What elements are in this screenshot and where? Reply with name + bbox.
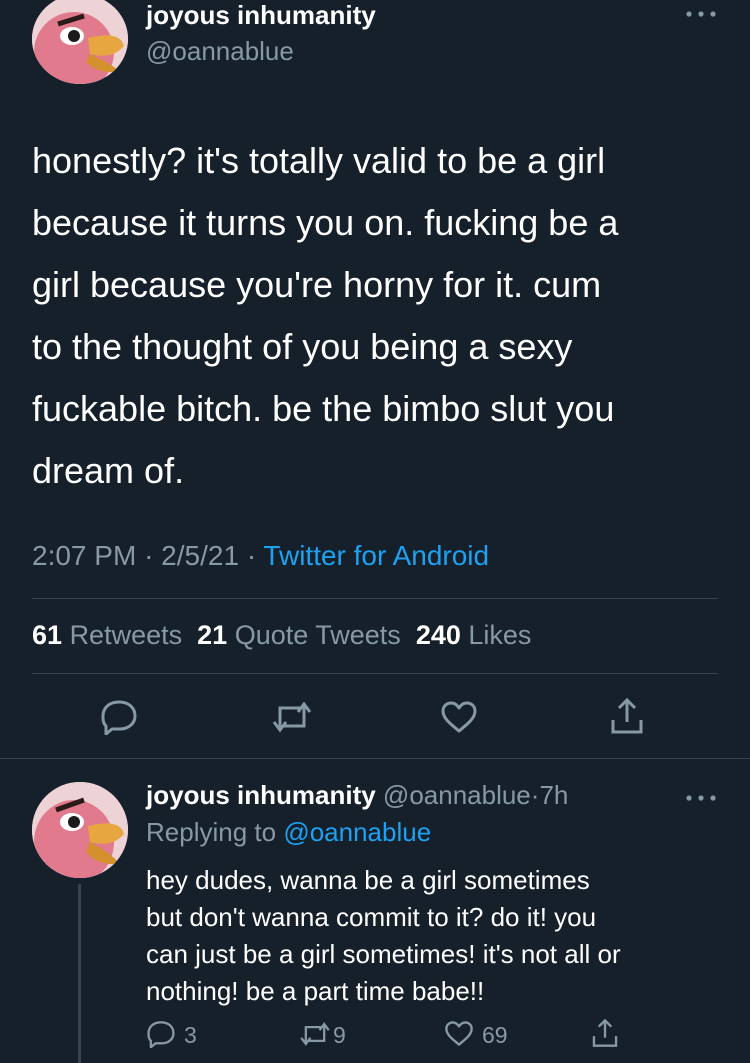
- like-icon[interactable]: [444, 1020, 474, 1047]
- divider: [32, 673, 718, 674]
- tweet-text: honestly? it's totally valid to be a gir…: [32, 130, 732, 502]
- retweet-icon[interactable]: [270, 700, 314, 734]
- likes-label: Likes: [468, 620, 532, 650]
- tweet-time[interactable]: 2:07 PM: [32, 540, 136, 571]
- meta-separator: ·: [246, 540, 257, 571]
- more-icon[interactable]: [684, 8, 718, 20]
- share-icon[interactable]: [608, 696, 646, 736]
- handle[interactable]: @oannablue: [146, 36, 294, 67]
- reply-line: hey dudes, wanna be a girl sometimes: [146, 865, 590, 895]
- divider: [0, 758, 750, 759]
- reply-text: hey dudes, wanna be a girl sometimes but…: [146, 862, 736, 1010]
- retweet-icon[interactable]: [298, 1021, 332, 1047]
- quotes-label: Quote Tweets: [234, 620, 401, 650]
- retweets-stat[interactable]: 61 Retweets: [32, 620, 182, 650]
- tweet-source[interactable]: Twitter for Android: [263, 540, 489, 571]
- reply-header: joyous inhumanity @oannablue·7h: [146, 780, 568, 811]
- tweet-line: girl because you're horny for it. cum: [32, 264, 602, 305]
- reply-icon[interactable]: [100, 699, 138, 735]
- tweet-line: fuckable bitch. be the bimbo slut you: [32, 388, 615, 429]
- retweets-label: Retweets: [69, 620, 183, 650]
- tweet-age[interactable]: 7h: [539, 780, 568, 810]
- replying-to: Replying to @oannablue: [146, 817, 431, 848]
- avatar[interactable]: [32, 782, 128, 878]
- reply-count: 3: [184, 1022, 197, 1048]
- more-icon[interactable]: [684, 792, 718, 804]
- display-name[interactable]: joyous inhumanity: [146, 0, 376, 31]
- retweet-count: 9: [333, 1022, 346, 1048]
- handle[interactable]: @oannablue: [383, 780, 531, 810]
- likes-stat[interactable]: 240 Likes: [416, 620, 532, 650]
- tweet-meta: 2:07 PM · 2/5/21 · Twitter for Android: [32, 540, 489, 572]
- tweet-line: honestly? it's totally valid to be a gir…: [32, 140, 606, 181]
- reply-line: nothing! be a part time babe!!: [146, 976, 485, 1006]
- share-icon[interactable]: [590, 1016, 620, 1050]
- display-name[interactable]: joyous inhumanity: [146, 780, 376, 810]
- tweet-line: because it turns you on. fucking be a: [32, 202, 619, 243]
- reply-icon[interactable]: [146, 1020, 176, 1048]
- tweet-stats: 61 Retweets 21 Quote Tweets 240 Likes: [32, 620, 531, 651]
- reply-line: but don't wanna commit to it? do it! you: [146, 902, 597, 932]
- replying-handle[interactable]: @oannablue: [283, 817, 431, 847]
- tweet-line: dream of.: [32, 450, 185, 491]
- quotes-count: 21: [197, 620, 228, 650]
- quotes-stat[interactable]: 21 Quote Tweets: [197, 620, 401, 650]
- like-icon[interactable]: [440, 700, 478, 734]
- replying-label: Replying to: [146, 817, 277, 847]
- tweet-date[interactable]: 2/5/21: [161, 540, 239, 571]
- retweets-count: 61: [32, 620, 63, 650]
- thread-line: [78, 884, 81, 1063]
- likes-count: 240: [415, 620, 461, 650]
- avatar[interactable]: [32, 0, 128, 84]
- like-count: 69: [482, 1022, 508, 1048]
- tweet-line: to the thought of you being a sexy: [32, 326, 573, 367]
- reply-line: can just be a girl sometimes! it's not a…: [146, 939, 621, 969]
- divider: [32, 598, 718, 599]
- meta-separator: ·: [144, 540, 154, 571]
